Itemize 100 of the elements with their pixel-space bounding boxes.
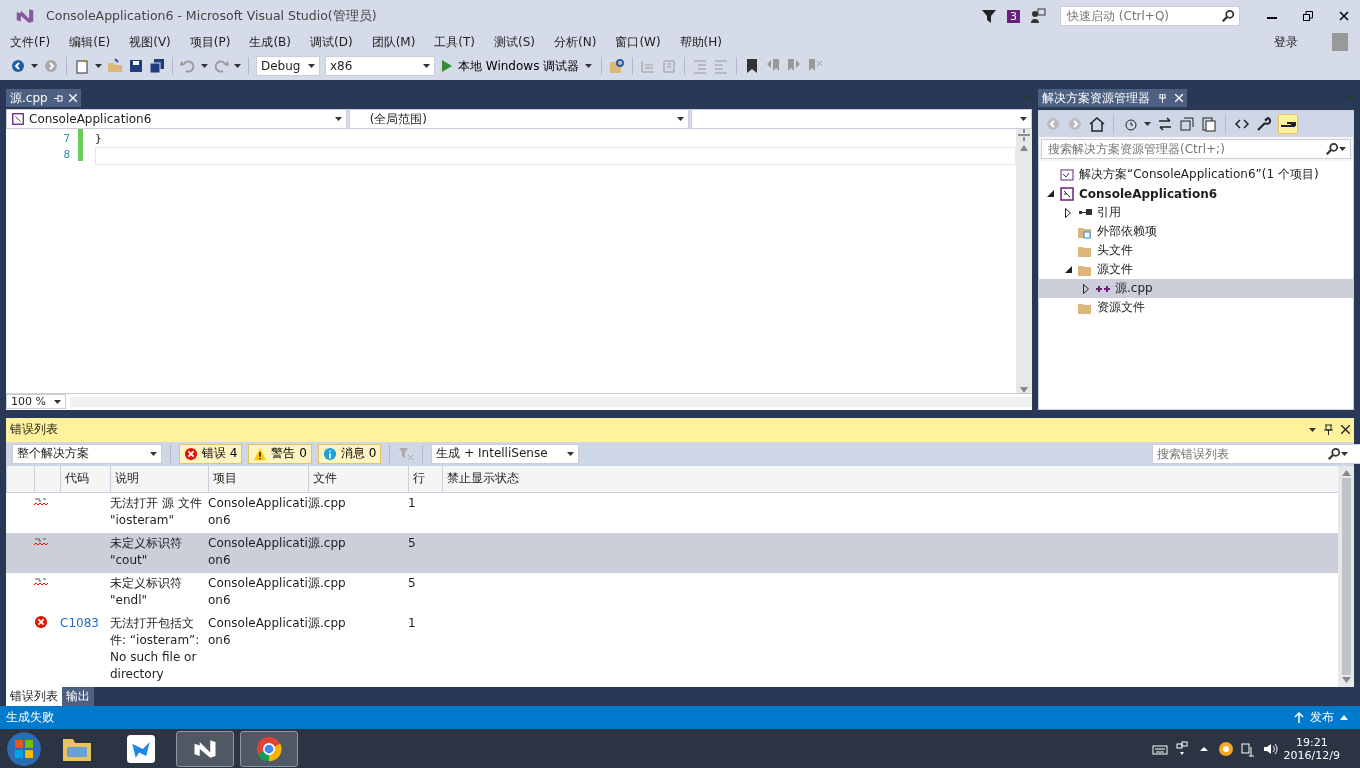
back-icon[interactable] [10,58,26,74]
show-all-files-icon[interactable] [1201,116,1217,132]
line-number: 7 [62,131,70,147]
panel-tab[interactable]: 输出 [62,686,94,706]
publish-button[interactable]: 发布 [1288,708,1354,728]
dropdown-arrow-icon [54,399,61,404]
menu-item[interactable]: 分析(N) [548,33,603,51]
open-folder-icon[interactable] [107,58,123,74]
menu-item[interactable]: 测试(S) [488,33,542,51]
scroll-up-icon[interactable] [1020,145,1028,151]
tree-item[interactable]: 源文件 [1039,260,1353,279]
new-project-icon[interactable] [74,58,90,74]
filter-toggle[interactable]: 错误 4 [179,443,243,464]
scope-dropdown[interactable]: 整个解决方案 [12,443,162,464]
taskbar-app[interactable] [240,730,298,767]
column-header[interactable]: 说明 [110,465,208,492]
preview-toggle-icon[interactable] [1278,114,1298,134]
scrollbar-thumb[interactable] [1341,477,1351,675]
tree-item[interactable]: 头文件 [1039,241,1353,260]
panel-tab[interactable]: 错误列表 [6,686,62,706]
project-dropdown[interactable]: ConsoleApplication6 [6,109,347,129]
column-header[interactable]: 禁止显示状态 [442,465,568,492]
window-title: ConsoleApplication6 - Microsoft Visual Studio(管理员) [46,7,378,25]
tree-item[interactable]: 资源文件 [1039,298,1353,317]
find-icon[interactable] [609,58,626,74]
wrench-icon[interactable] [1256,116,1272,132]
network-icon[interactable] [1239,740,1256,757]
expand-arrow-icon[interactable] [1065,207,1071,218]
platform-dropdown[interactable]: x86 [325,56,435,76]
history-icon[interactable] [1122,116,1138,132]
quick-launch-field[interactable]: 快速启动 (Ctrl+Q) [1060,6,1240,26]
sign-in-link[interactable]: 登录 [1274,33,1298,51]
error-row[interactable]: C1083 无法打开包括文件: “iosteram”: No such file or directory ConsoleApplication6 源.cpp 1 [6,612,1338,687]
error-row[interactable]: 未定义标识符 "cout" ConsoleApplication6 源.cpp 5 [6,532,1338,573]
collapse-arrow-icon[interactable] [1064,266,1072,273]
dropdown-arrow-icon [1144,122,1151,126]
pin-icon[interactable] [1324,424,1333,436]
tree-item-label: 解决方案“ConsoleApplication6”(1 个项目) [1079,166,1319,183]
menu-item[interactable]: 视图(V) [123,33,177,51]
spelling-squiggle-icon [34,576,48,587]
close-icon[interactable] [1341,425,1350,435]
filter-toggle[interactable]: 警告 0 [248,443,312,464]
menu-item[interactable]: 调试(D) [304,33,359,51]
start-button[interactable] [6,730,42,767]
menu-item[interactable]: 工具(T) [428,33,482,51]
tree-item[interactable]: 源.cpp [1039,279,1353,298]
solution-icon [1059,166,1075,183]
app-tray-icon[interactable] [1217,740,1234,757]
split-icon[interactable] [1018,129,1030,141]
filter-icon[interactable] [981,8,997,24]
menu-item[interactable]: 生成(B) [243,33,297,51]
save-icon[interactable] [128,58,144,74]
column-header[interactable]: 行 [408,465,442,492]
play-icon [442,60,452,72]
start-debugging-button[interactable]: 本地 Windows 调试器 [440,57,595,75]
home-icon[interactable] [1089,116,1105,132]
line-number: 8 [62,147,70,163]
tree-item-label: 头文件 [1097,242,1133,259]
error-row[interactable]: 未定义标识符 "endl" ConsoleApplication6 源.cpp 5 [6,572,1338,613]
scope-dropdown[interactable]: (全局范围) [348,109,690,129]
tree-item[interactable]: ConsoleApplication6 [1039,184,1353,203]
collapse-arrow-icon[interactable] [1046,190,1054,197]
menu-item[interactable]: 文件(F) [4,33,57,51]
configuration-dropdown[interactable]: Debug [256,56,320,76]
save-all-icon[interactable] [149,58,165,74]
project-cell-text: ConsoleApplication6 [208,614,308,649]
menu-item[interactable]: 项目(P) [183,33,237,51]
menu-item[interactable]: 窗口(W) [609,33,667,51]
clock-date[interactable]: 2016/12/9 [1283,748,1340,762]
feedback-icon[interactable] [1030,8,1046,24]
source-dropdown[interactable]: 生成 + IntelliSense [431,443,580,464]
taskbar-app[interactable] [176,730,234,767]
tree-item[interactable]: 解决方案“ConsoleApplication6”(1 个项目) [1039,165,1353,184]
dropdown-arrow-icon [423,64,430,68]
dropdown-arrow-icon [31,64,38,68]
search-field[interactable]: 搜索解决方案资源管理器(Ctrl+;) [1041,139,1351,159]
column-header[interactable]: 代码 [60,465,110,492]
tree-item[interactable]: 外部依赖项 [1039,222,1353,241]
error-row[interactable]: 无法打开 源 文件 "iosteram" ConsoleApplication6 源.cpp 1 [6,492,1338,533]
line-cell-text: 1 [408,614,417,632]
menu-item[interactable]: 帮助(H) [673,33,728,51]
menu-item[interactable]: 编辑(E) [63,33,117,51]
clock-time[interactable]: 19:21 [1295,735,1328,749]
search-field[interactable]: 搜索错误列表 [1152,443,1360,464]
windows-icon[interactable] [1173,740,1190,757]
notification-count[interactable]: 3 [1007,9,1020,23]
sync-icon[interactable] [1157,116,1173,132]
project-cell: ConsoleApplication6 [208,534,308,569]
expand-arrow-icon[interactable] [1083,283,1089,294]
tree-item[interactable]: 引用 [1039,203,1353,222]
horizontal-scrollbar[interactable] [70,396,1032,407]
menu-item[interactable]: 团队(M) [365,33,422,51]
filter-toggle[interactable]: 消息 0 [317,443,382,464]
column-header[interactable]: 文件 [308,465,408,492]
column-header[interactable]: 项目 [208,465,308,492]
collapse-all-icon[interactable] [1179,116,1195,132]
zoom-dropdown[interactable]: 100 % [6,394,66,410]
error-code-link[interactable]: C1083 [60,615,99,630]
tree-item-label: 源.cpp [1115,280,1153,297]
panel-menu-icon [1309,427,1316,432]
